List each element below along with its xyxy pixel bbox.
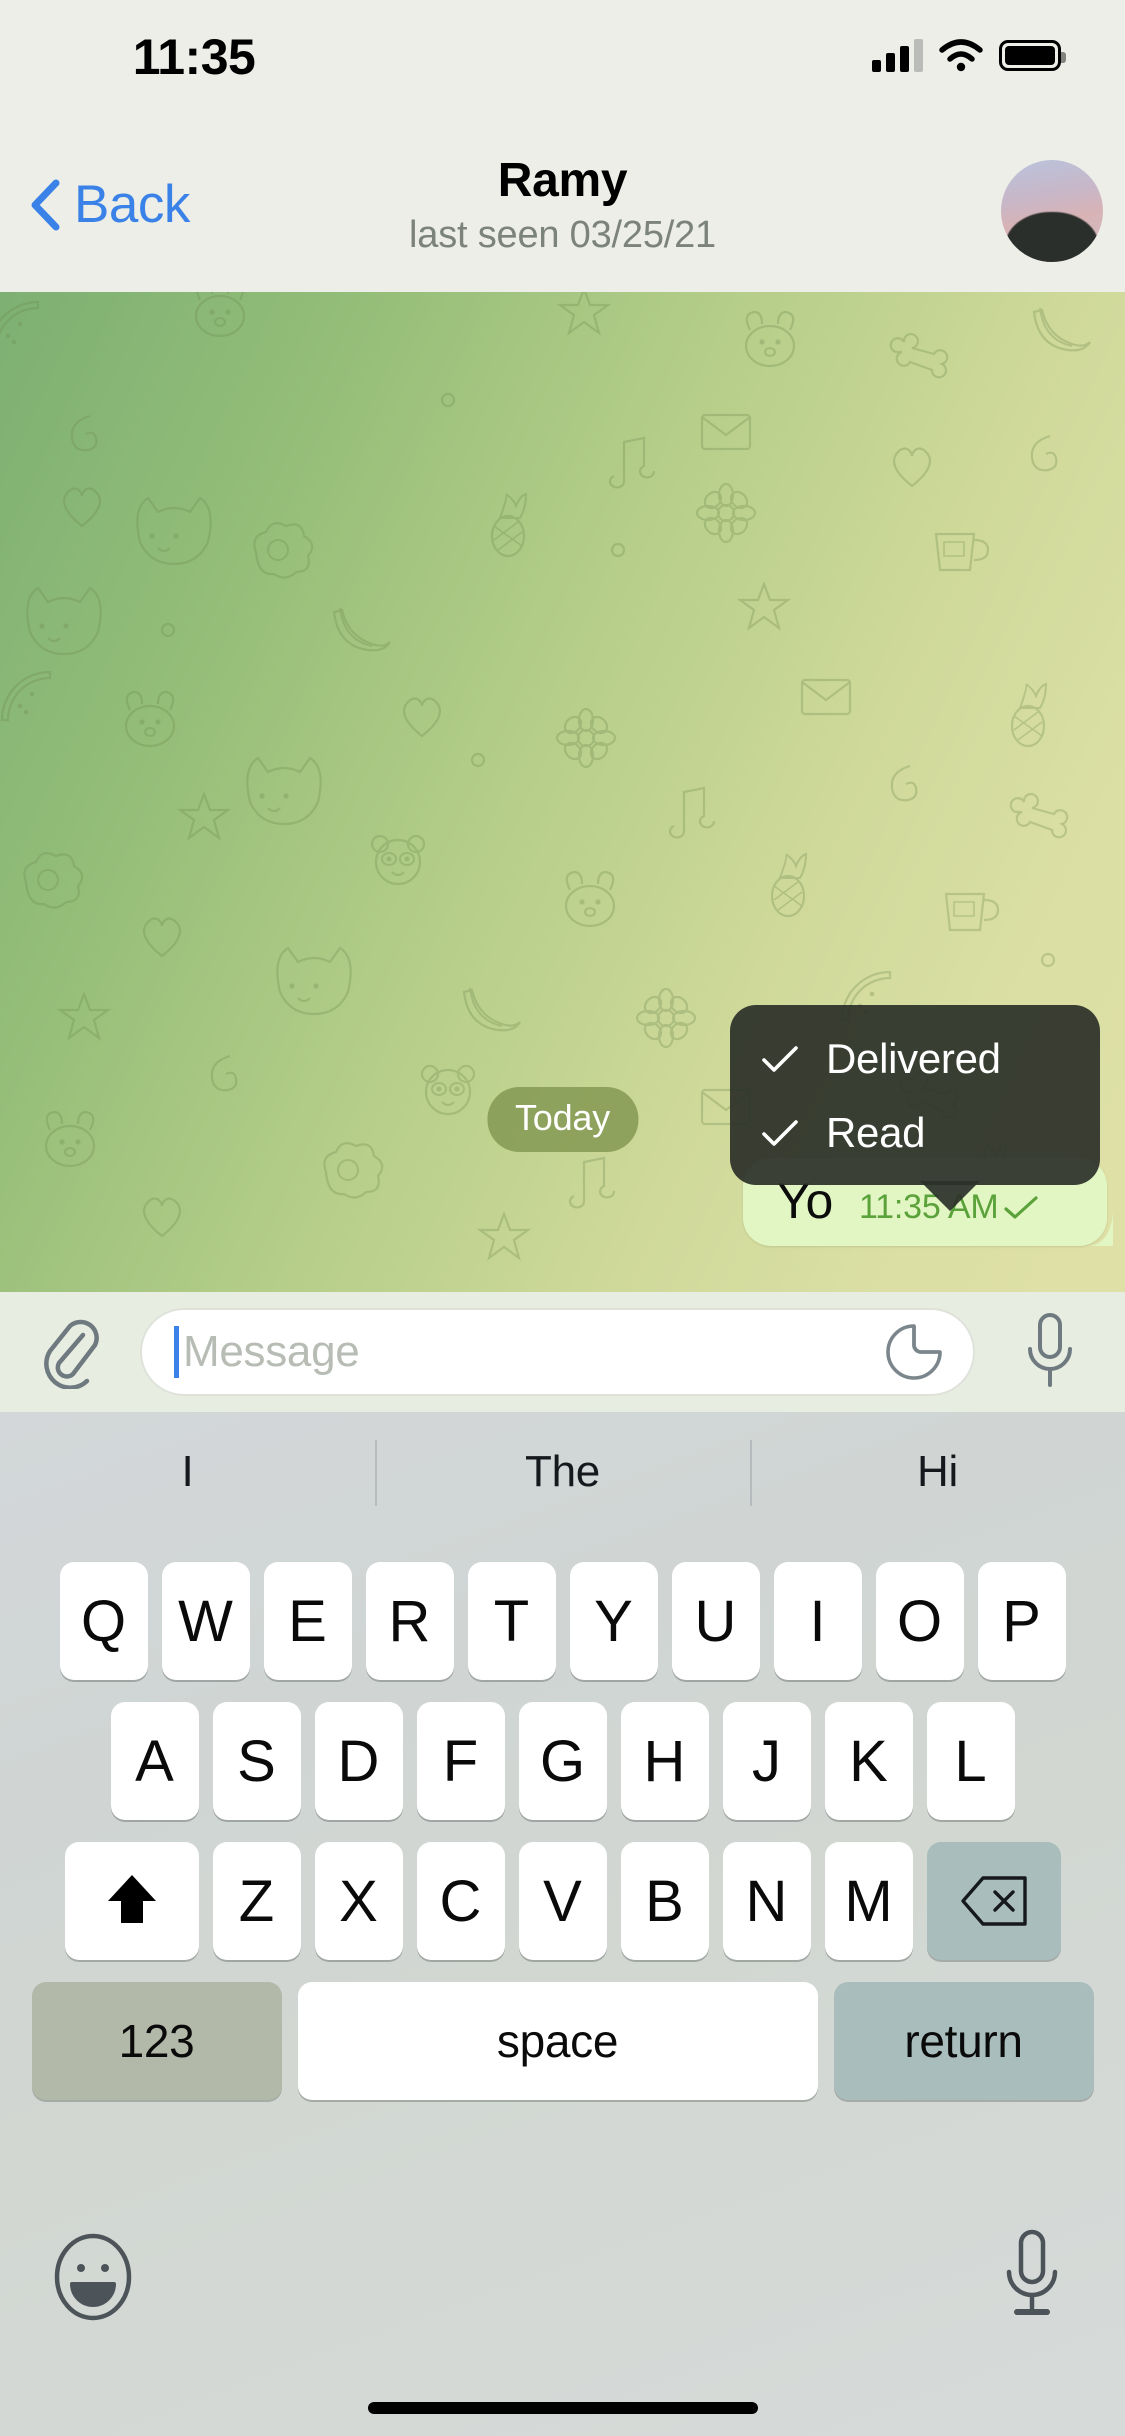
message-input-placeholder: Message: [183, 1327, 360, 1376]
message-input-field[interactable]: Message: [140, 1308, 975, 1396]
key-j[interactable]: J: [722, 1702, 811, 1820]
numbers-key[interactable]: 123: [31, 1982, 282, 2100]
emoji-keyboard-button[interactable]: [48, 2232, 138, 2322]
key-w[interactable]: W: [161, 1562, 250, 1680]
key-l[interactable]: L: [926, 1702, 1015, 1820]
shift-key[interactable]: [64, 1842, 199, 1960]
check-icon: [762, 1120, 798, 1146]
suggestion-1[interactable]: I: [0, 1447, 375, 1497]
navigation-bar: Ramy last seen 03/25/21 Back: [0, 132, 1125, 292]
key-i[interactable]: I: [773, 1562, 862, 1680]
key-r[interactable]: R: [365, 1562, 454, 1680]
back-button-label: Back: [74, 175, 190, 234]
key-u[interactable]: U: [671, 1562, 760, 1680]
dictation-button[interactable]: [987, 2228, 1077, 2324]
key-h[interactable]: H: [620, 1702, 709, 1820]
message-input-bar: Message: [0, 1292, 1125, 1412]
status-bar: 11:35: [0, 0, 1125, 132]
key-t[interactable]: T: [467, 1562, 556, 1680]
key-b[interactable]: B: [620, 1842, 709, 1960]
keyboard-row-1: Q W E R T Y U I O P: [0, 1562, 1125, 1680]
on-screen-keyboard: I The Hi Q W E R T Y U I O P A S D F G H…: [0, 1412, 1125, 2436]
wifi-icon: [939, 39, 983, 72]
key-x[interactable]: X: [314, 1842, 403, 1960]
tooltip-label-read: Read: [826, 1109, 926, 1156]
voice-record-button[interactable]: [975, 1311, 1125, 1393]
single-check-icon: [1003, 1195, 1038, 1219]
key-e[interactable]: E: [263, 1562, 352, 1680]
keyboard-bottom-bar: [0, 2206, 1125, 2436]
keyboard-suggestion-bar: I The Hi: [0, 1412, 1125, 1532]
key-q[interactable]: Q: [59, 1562, 148, 1680]
date-badge: Today: [486, 1087, 639, 1152]
sticker-icon: [886, 1324, 942, 1380]
keyboard-row-2: A S D F G H J K L: [0, 1702, 1125, 1820]
paperclip-icon: [44, 1319, 99, 1389]
key-n[interactable]: N: [722, 1842, 811, 1960]
sticker-button[interactable]: [881, 1323, 947, 1381]
shift-arrow-icon: [107, 1875, 156, 1923]
suggestion-3[interactable]: Hi: [750, 1447, 1125, 1497]
space-key[interactable]: space: [297, 1982, 818, 2100]
home-indicator[interactable]: [367, 2402, 758, 2414]
avatar-image-detail: [1061, 240, 1099, 262]
suggestion-2[interactable]: The: [375, 1447, 750, 1497]
phone-screen: Today Yo 11:35 AM Delivered Read 11:35 R…: [0, 0, 1125, 2436]
key-a[interactable]: A: [110, 1702, 199, 1820]
attach-button[interactable]: [0, 1315, 140, 1389]
keyboard-row-3: Z X C V B N M: [0, 1842, 1125, 1960]
avatar[interactable]: [1001, 160, 1103, 262]
key-g[interactable]: G: [518, 1702, 607, 1820]
key-y[interactable]: Y: [569, 1562, 658, 1680]
key-f[interactable]: F: [416, 1702, 505, 1820]
tooltip-tail: [920, 1181, 980, 1211]
tooltip-row-delivered: Delivered: [760, 1029, 1070, 1089]
key-k[interactable]: K: [824, 1702, 913, 1820]
backspace-icon: [960, 1876, 1027, 1926]
backspace-key[interactable]: [926, 1842, 1061, 1960]
suggestion-divider: [375, 1440, 377, 1506]
tooltip-row-read: Read: [760, 1103, 1070, 1163]
emoji-smiley-icon: [54, 2233, 132, 2321]
battery-full-icon: [999, 39, 1066, 71]
text-caret: [174, 1326, 179, 1378]
microphone-icon: [1006, 2229, 1058, 2315]
status-bar-clock: 11:35: [132, 29, 256, 85]
microphone-icon: [1028, 1313, 1072, 1387]
key-v[interactable]: V: [518, 1842, 607, 1960]
cellular-signal-icon: [872, 38, 923, 72]
status-bar-icons: [872, 38, 1066, 72]
key-d[interactable]: D: [314, 1702, 403, 1820]
key-o[interactable]: O: [875, 1562, 964, 1680]
key-s[interactable]: S: [212, 1702, 301, 1820]
key-z[interactable]: Z: [212, 1842, 301, 1960]
chevron-left-icon: [31, 179, 60, 230]
suggestion-divider: [750, 1440, 752, 1506]
key-m[interactable]: M: [824, 1842, 913, 1960]
tooltip-label-delivered: Delivered: [826, 1035, 1001, 1082]
message-status-tooltip: Delivered Read: [730, 1005, 1100, 1211]
check-icon: [762, 1046, 798, 1072]
key-c[interactable]: C: [416, 1842, 505, 1960]
avatar-image-detail: [1009, 236, 1049, 262]
return-key[interactable]: return: [833, 1982, 1094, 2100]
keyboard-row-4: 123 space return: [0, 1982, 1125, 2100]
key-p[interactable]: P: [977, 1562, 1066, 1680]
back-button[interactable]: Back: [28, 174, 190, 235]
